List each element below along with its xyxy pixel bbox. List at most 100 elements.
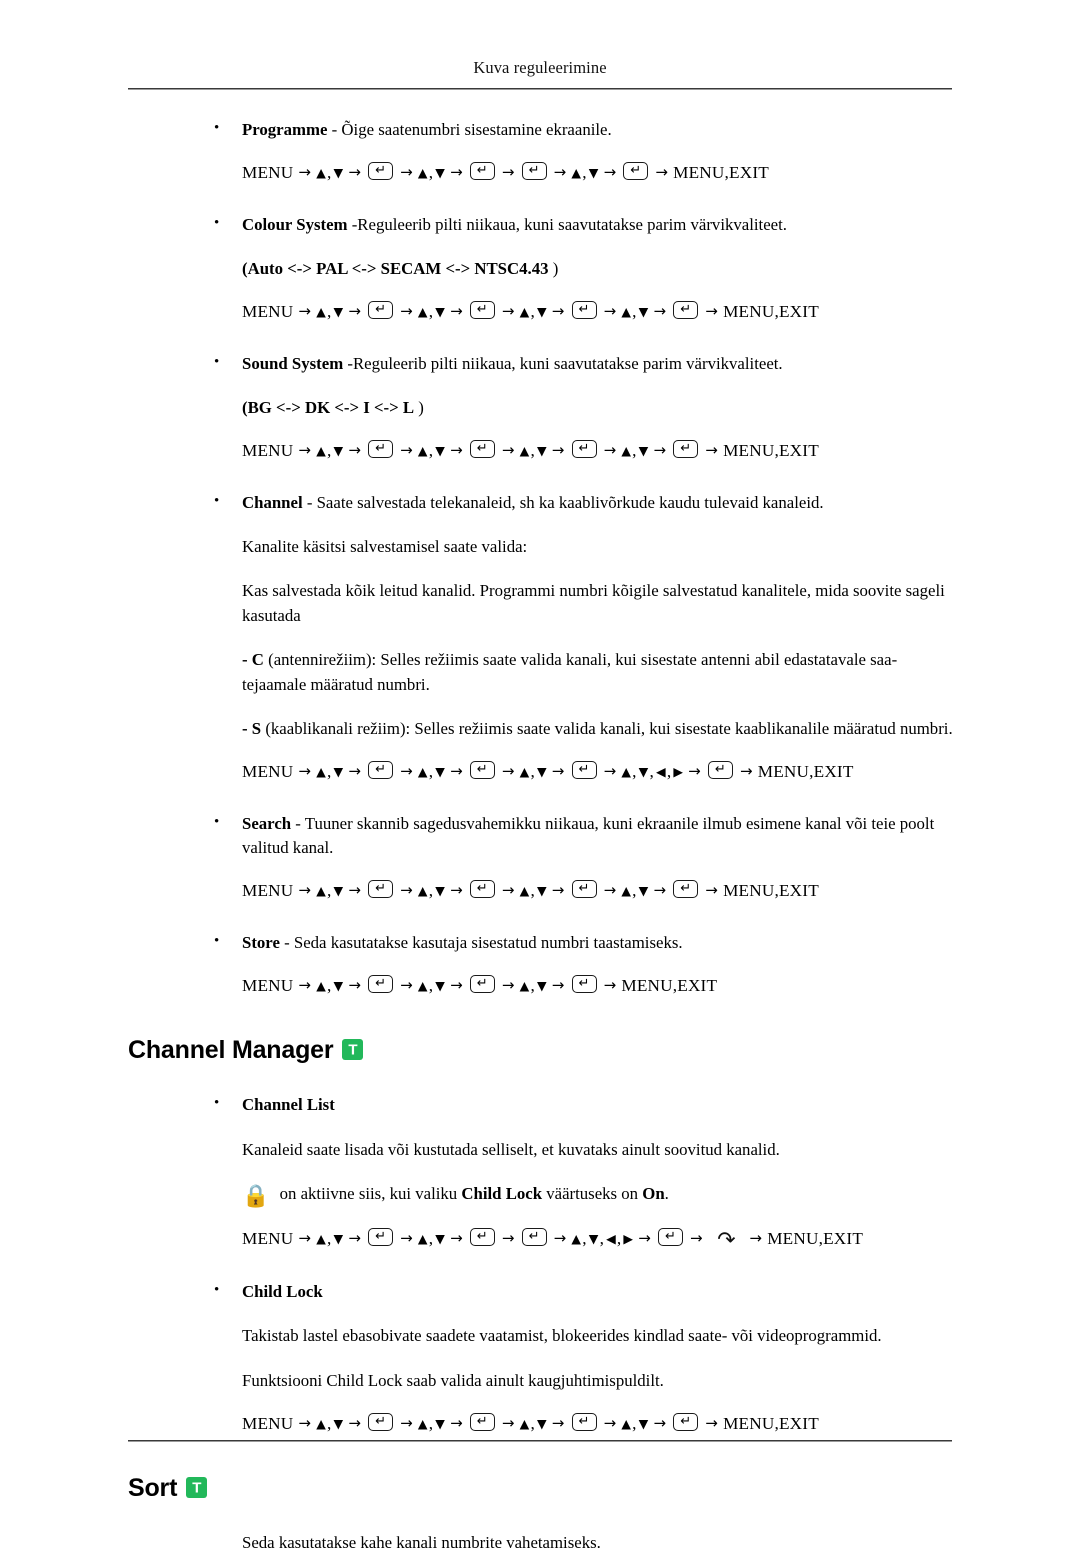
arrow-right-icon: →: [501, 163, 515, 182]
sort-desc: Seda kasutatakse kahe kanali numbrite va…: [242, 1533, 601, 1553]
up-triangle-icon: ▲: [316, 443, 327, 459]
programme-text: Programme - Õige saatenumbri sisestamine…: [242, 118, 960, 142]
arrow-right-icon: →: [298, 1229, 312, 1247]
comma-sep: ,: [599, 1229, 605, 1248]
arrow-right-icon: →: [348, 1414, 362, 1433]
comma-sep: ,: [327, 1414, 332, 1434]
menu-label: MENU: [242, 1414, 294, 1434]
comma-sep: ,: [530, 881, 535, 901]
mode-c-term: - C: [242, 650, 264, 670]
comma-sep: ,: [327, 1229, 332, 1248]
up-triangle-icon: ▲: [316, 304, 327, 320]
down-triangle-icon: ▼: [435, 1416, 446, 1432]
child-lock-text: Child Lock: [242, 1280, 960, 1304]
sound-system-options-row: (BG <-> DK <-> I <-> L ): [0, 396, 1080, 420]
child-lock-desc2: Funktsiooni Child Lock saab valida ainul…: [242, 1370, 664, 1390]
search-term: Search: [242, 813, 292, 833]
arrow-right-icon: →: [400, 163, 413, 182]
programme-desc: - Õige saatenumbri sisestamine ekraanile…: [327, 120, 612, 139]
down-triangle-icon: ▼: [536, 977, 547, 993]
menu-label: MENU: [242, 163, 294, 183]
channel-list-desc-row: Kanaleid saate lisada või kustutada sell…: [0, 1138, 1080, 1162]
up-triangle-icon: ▲: [316, 764, 327, 780]
arrow-right-icon: →: [501, 975, 515, 994]
comma-sep: ,: [530, 441, 535, 461]
channel-para3-row: - C (antennirežiim): Selles režiimis saa…: [0, 648, 1080, 697]
up-triangle-icon: ▲: [417, 977, 428, 993]
up-triangle-icon: ▲: [417, 764, 428, 780]
channel-para2: Kas salvestada kõik leitud kanalid. Prog…: [242, 581, 945, 625]
arrow-right-icon: →: [348, 441, 362, 460]
search-text: Search - Tuuner skannib sagedusvahemikku…: [242, 812, 960, 861]
arrow-right-icon: →: [603, 163, 617, 182]
arrow-right-icon: →: [501, 881, 515, 900]
comma-sep: ,: [530, 762, 535, 782]
arrow-right-icon: →: [739, 762, 753, 781]
arrow-right-icon: →: [653, 302, 667, 321]
option-l: L: [402, 398, 415, 418]
up-triangle-icon: ▲: [621, 443, 632, 459]
sequence-colour-system-row: MENU→▲,▼→→▲,▼→→▲,▼→→▲,▼→→MENU,EXIT: [0, 301, 1080, 323]
down-triangle-icon: ▼: [333, 764, 344, 780]
option-auto: Auto: [247, 259, 284, 279]
arrow-right-icon: →: [348, 881, 362, 900]
enter-key-icon: [368, 880, 394, 899]
key-sequence-store: MENU→▲,▼→→▲,▼→→▲,▼→→MENU,EXIT: [242, 974, 960, 997]
enter-key-icon: [368, 1228, 394, 1246]
arrow-right-icon: →: [450, 1229, 463, 1247]
key-sequence-colour-system: MENU→▲,▼→→▲,▼→→▲,▼→→▲,▼→→MENU,EXIT: [242, 301, 960, 323]
arrow-right-icon: →: [551, 762, 565, 781]
key-sequence-channel-list: MENU→▲,▼→→▲,▼→→→▲,▼,◀,▶→→↶→MENU,EXIT: [242, 1228, 960, 1253]
down-triangle-icon: ▼: [638, 443, 649, 459]
list-item-child-lock: Child Lock: [0, 1280, 1080, 1304]
comma-sep: ,: [327, 762, 332, 782]
arrow-right-icon: →: [553, 163, 567, 182]
child-lock-desc1: Takistab lastel ebasobivate saadete vaat…: [242, 1326, 882, 1346]
comma-sep: ,: [327, 881, 332, 901]
menu-exit-label: MENU,EXIT: [621, 975, 718, 995]
arrow-right-icon: →: [400, 975, 413, 994]
channel-list-term: Channel List: [242, 1095, 335, 1115]
arrow-right-icon: →: [501, 441, 515, 460]
lock-note: 🔒 on aktiivne siis, kui valiku Child Loc…: [242, 1182, 960, 1208]
menu-label: MENU: [242, 302, 294, 322]
down-triangle-icon: ▼: [588, 1231, 599, 1246]
enter-key-icon: [571, 440, 597, 459]
down-triangle-icon: ▼: [638, 1416, 649, 1432]
sequence-sound-system-row: MENU→▲,▼→→▲,▼→→▲,▼→→▲,▼→→MENU,EXIT: [0, 440, 1080, 462]
option-secam: SECAM: [380, 259, 442, 279]
arrow-right-icon: →: [603, 1414, 617, 1433]
up-triangle-icon: ▲: [316, 165, 327, 181]
lock-note-mid: väärtuseks on: [542, 1184, 643, 1203]
enter-key-icon: [707, 761, 733, 780]
arrow-right-icon: →: [298, 975, 312, 994]
channel-term: Channel: [242, 492, 303, 512]
up-triangle-icon: ▲: [571, 1231, 582, 1246]
enter-key-icon: [469, 440, 495, 459]
channel-text: Channel - Saate salvestada telekanaleid,…: [242, 491, 960, 515]
option-pal: PAL: [316, 259, 348, 279]
comma-sep: ,: [632, 302, 637, 322]
programme-term: Programme: [242, 120, 328, 139]
lock-note-child-lock: Child Lock: [461, 1184, 543, 1203]
enter-key-icon: [469, 880, 495, 899]
up-triangle-icon: ▲: [519, 883, 530, 899]
mode-s-desc: (kaablikanali režiim): Selles režiimis s…: [261, 718, 953, 738]
arrow-right-icon: →: [298, 881, 312, 900]
comma-sep: ,: [530, 302, 535, 322]
mode-s-term: - S: [242, 718, 262, 738]
right-triangle-icon: ▶: [673, 764, 684, 780]
enter-key-icon: [469, 1413, 495, 1432]
colour-system-text: Colour System -Reguleerib pilti niikaua,…: [242, 213, 960, 237]
enter-key-icon: [623, 162, 649, 181]
arrow-right-icon: →: [603, 975, 617, 994]
list-item-colour-system: Colour System -Reguleerib pilti niikaua,…: [0, 213, 1080, 237]
header-rule: [128, 88, 952, 90]
arrow-right-icon: →: [400, 881, 413, 900]
menu-exit-label: MENU,EXIT: [673, 163, 769, 183]
arrow-right-icon: →: [400, 762, 413, 781]
enter-key-icon: [673, 880, 699, 899]
paren-close: ): [548, 259, 559, 279]
channel-para1: Kanalite käsitsi salvestamisel saate val…: [242, 537, 528, 557]
up-triangle-icon: ▲: [621, 1416, 632, 1432]
